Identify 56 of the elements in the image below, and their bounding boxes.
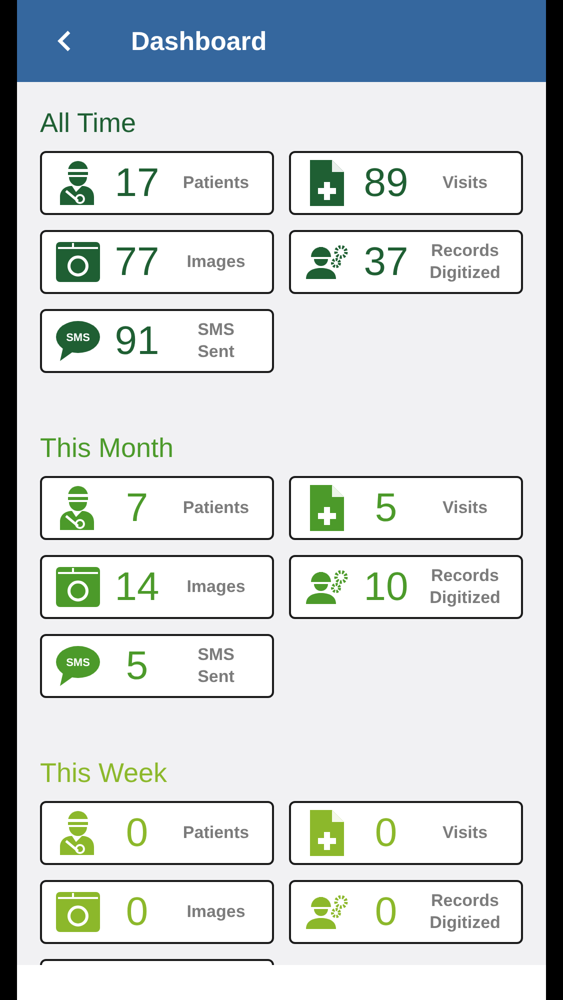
stat-card[interactable]: 7 Patients	[40, 476, 274, 540]
stat-label: Records Digitized	[428, 565, 502, 609]
stat-card[interactable]: 5 Visits	[289, 476, 523, 540]
stat-label: Visits	[441, 172, 489, 194]
camera-icon	[56, 242, 100, 282]
stat-label: Patients	[182, 822, 250, 844]
stat-label: SMS Sent	[196, 319, 236, 363]
worker-gears-icon	[305, 570, 349, 604]
stat-label: Records Digitized	[428, 890, 502, 934]
stat-value: 0	[124, 890, 150, 934]
stat-label: Visits	[441, 822, 489, 844]
stat-value: 17	[114, 160, 160, 206]
stat-value: 89	[362, 160, 410, 206]
stat-card[interactable]: 10 Records Digitized	[289, 555, 523, 619]
stat-label: Visits	[441, 497, 489, 519]
stat-value: 10	[362, 564, 410, 610]
stat-label: Images	[186, 251, 246, 273]
stat-value: 37	[362, 240, 410, 284]
back-icon[interactable]	[55, 30, 73, 52]
medical-document-icon	[310, 810, 344, 856]
camera-icon	[56, 892, 100, 932]
stat-card[interactable]: 0 Records Digitized	[289, 880, 523, 944]
stat-value: 91	[114, 318, 160, 364]
stat-value: 0	[124, 810, 150, 856]
stat-card[interactable]: SMS 91 SMS Sent	[40, 309, 274, 373]
stat-value: 0	[374, 890, 398, 934]
stat-card[interactable]: 37 Records Digitized	[289, 230, 523, 294]
medical-document-icon	[310, 160, 344, 206]
stat-card[interactable]: 77 Images	[40, 230, 274, 294]
stat-card[interactable]: SMS 5 SMS Sent	[40, 634, 274, 698]
stat-card[interactable]: 17 Patients	[40, 151, 274, 215]
stat-card[interactable]: 0 Visits	[289, 801, 523, 865]
stat-value: 14	[114, 564, 160, 610]
stat-label: Patients	[182, 172, 250, 194]
stat-value: 0	[374, 810, 398, 856]
camera-icon	[56, 567, 100, 607]
stat-value: 77	[114, 240, 160, 284]
section-title: This Week	[40, 758, 168, 789]
stat-value: 7	[124, 486, 150, 530]
stat-card[interactable]: 89 Visits	[289, 151, 523, 215]
stat-label: Images	[186, 901, 246, 923]
stat-value: 5	[124, 644, 150, 688]
stat-label: Patients	[182, 497, 250, 519]
screen-title: Dashboard	[131, 26, 267, 56]
worker-gears-icon	[305, 895, 349, 929]
worker-gears-icon	[305, 245, 349, 279]
stat-card[interactable]: 0 Images	[40, 880, 274, 944]
medical-document-icon	[310, 485, 344, 531]
section-title: All Time	[40, 108, 136, 139]
stat-label: Records Digitized	[428, 240, 502, 284]
section-title: This Month	[40, 433, 174, 464]
stat-card[interactable]: 14 Images	[40, 555, 274, 619]
stat-value: 5	[374, 486, 398, 530]
stat-label: Images	[186, 576, 246, 598]
stat-card[interactable]: 0 Patients	[40, 801, 274, 865]
stat-label: SMS Sent	[196, 644, 236, 688]
